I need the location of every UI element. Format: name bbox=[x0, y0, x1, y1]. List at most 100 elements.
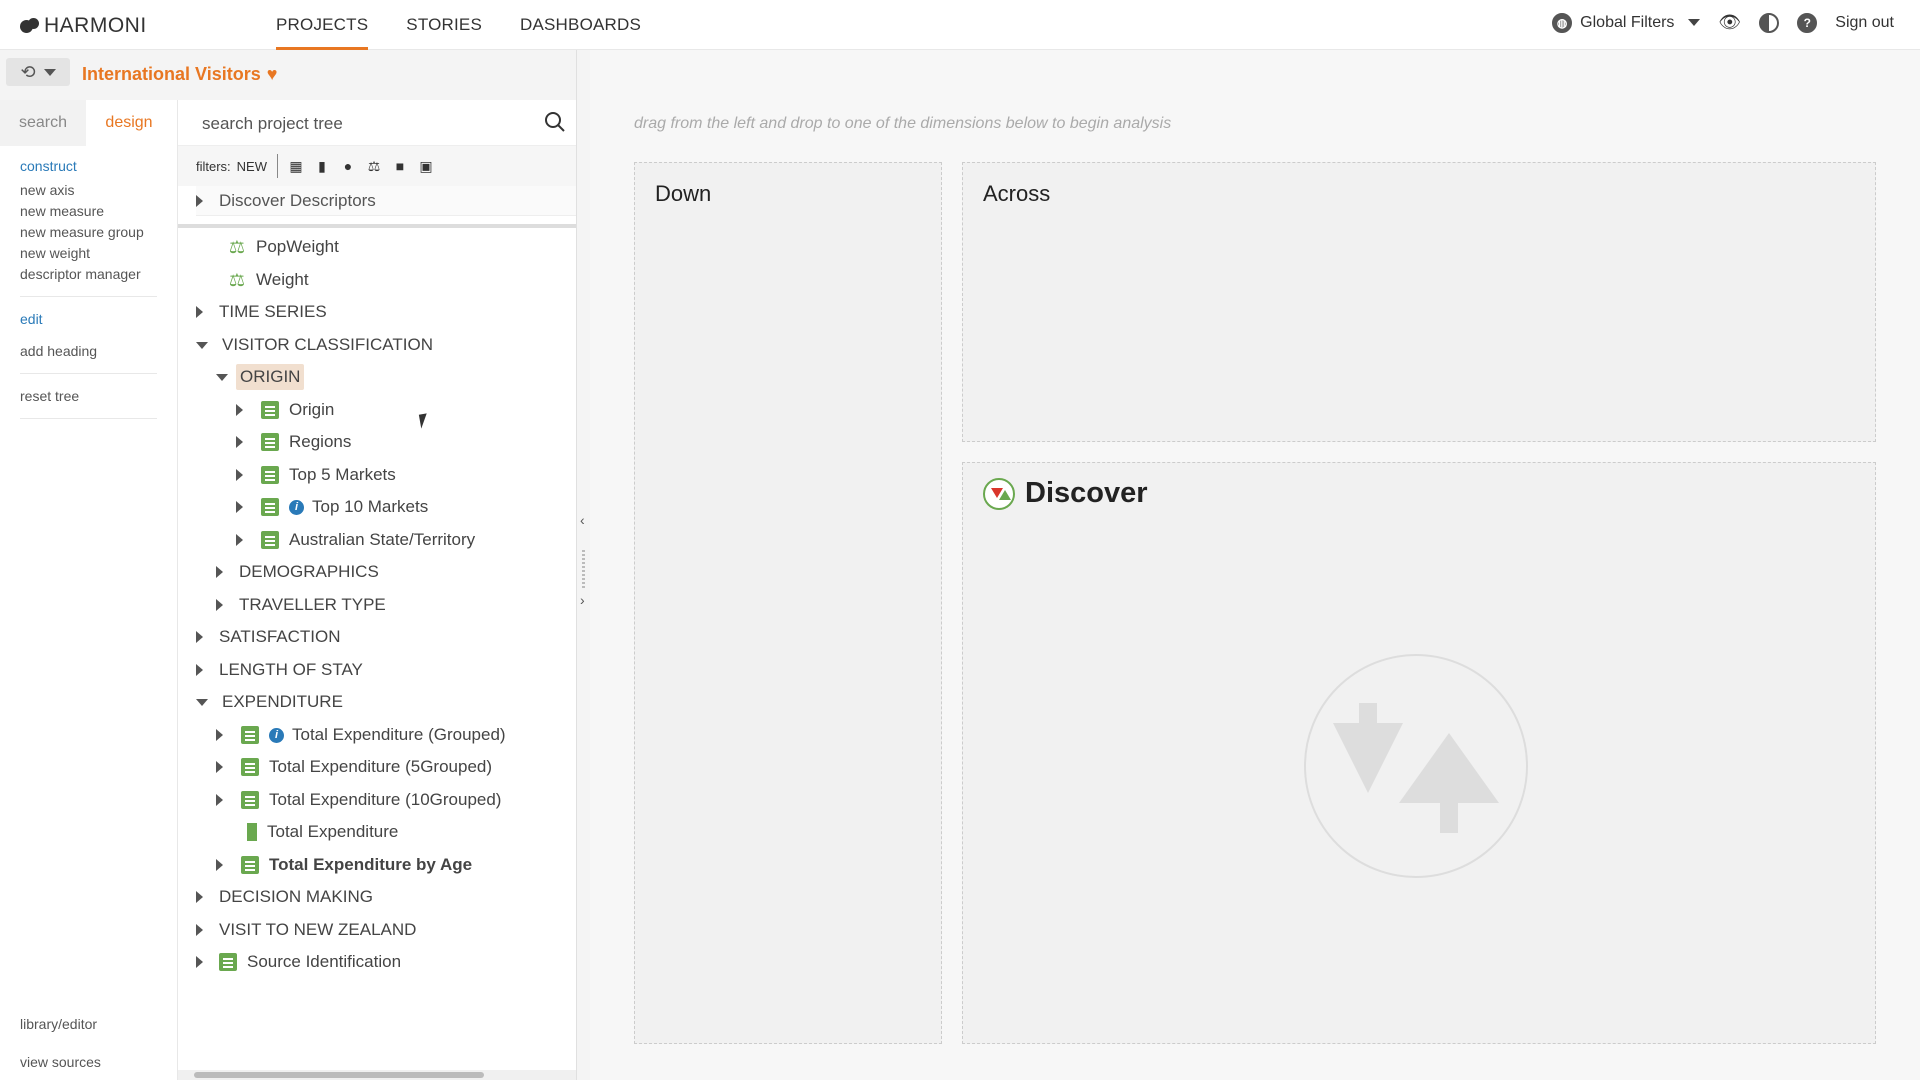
view-sources-link[interactable]: view sources bbox=[20, 1054, 101, 1070]
new-measure-group-link[interactable]: new measure group bbox=[20, 224, 157, 240]
tree-row[interactable]: Total Expenditure (5Grouped) bbox=[216, 752, 492, 782]
tree-row[interactable]: Total Expenditure bbox=[241, 817, 398, 847]
expand-icon[interactable] bbox=[216, 566, 223, 578]
expand-icon[interactable] bbox=[196, 194, 203, 207]
weight-filter-icon[interactable]: ⚖ bbox=[366, 158, 382, 174]
tree-row[interactable]: Total Expenditure by Age bbox=[216, 850, 472, 880]
expand-icon[interactable] bbox=[236, 501, 243, 513]
construct-heading[interactable]: construct bbox=[20, 158, 157, 174]
expand-icon[interactable] bbox=[216, 794, 223, 806]
tree-row[interactable]: TRAVELLER TYPE bbox=[216, 590, 386, 620]
collapse-icon[interactable] bbox=[196, 698, 208, 706]
down-dropzone[interactable]: Down bbox=[634, 162, 942, 1044]
expand-icon[interactable] bbox=[236, 469, 243, 481]
axis-icon bbox=[261, 498, 279, 516]
expand-icon[interactable] bbox=[196, 924, 203, 936]
expand-icon[interactable] bbox=[236, 436, 243, 448]
descriptor-manager-link[interactable]: descriptor manager bbox=[20, 266, 157, 282]
tree-row[interactable]: Origin bbox=[236, 395, 334, 425]
expand-icon[interactable] bbox=[236, 534, 243, 546]
chevron-down-icon bbox=[1688, 19, 1701, 26]
history-button[interactable]: ⟲ bbox=[6, 58, 70, 86]
reset-tree-link[interactable]: reset tree bbox=[20, 388, 157, 404]
tab-stories[interactable]: STORIES bbox=[406, 0, 482, 50]
expand-icon[interactable] bbox=[216, 761, 223, 773]
measure-filter-icon[interactable]: ▮ bbox=[314, 158, 330, 174]
library-editor-link[interactable]: library/editor bbox=[20, 1016, 101, 1032]
tab-dashboards[interactable]: DASHBOARDS bbox=[520, 0, 641, 50]
search-input[interactable]: search project tree bbox=[202, 114, 343, 134]
divider bbox=[277, 154, 279, 178]
main-nav: PROJECTS STORIES DASHBOARDS bbox=[276, 0, 679, 50]
tree-row[interactable]: DEMOGRAPHICS bbox=[216, 557, 379, 587]
tree-row[interactable]: DECISION MAKING bbox=[196, 882, 373, 912]
new-axis-link[interactable]: new axis bbox=[20, 182, 157, 198]
discover-dropzone[interactable]: Discover bbox=[962, 462, 1876, 1044]
tree-row[interactable]: Source Identification bbox=[196, 947, 401, 977]
drag-handle[interactable] bbox=[582, 550, 585, 590]
tree-row[interactable]: VISITOR CLASSIFICATION bbox=[196, 330, 433, 360]
horizontal-scrollbar[interactable] bbox=[178, 1070, 576, 1080]
tree-row[interactable]: i Total Expenditure (Grouped) bbox=[216, 720, 506, 750]
expand-icon[interactable] bbox=[196, 306, 203, 318]
new-weight-link[interactable]: new weight bbox=[20, 245, 157, 261]
add-heading-link[interactable]: add heading bbox=[20, 343, 157, 359]
collapse-icon[interactable] bbox=[216, 373, 228, 381]
expand-icon[interactable] bbox=[196, 631, 203, 643]
tab-search[interactable]: search bbox=[0, 100, 86, 146]
contrast-icon[interactable] bbox=[1759, 12, 1780, 33]
drag-hint: drag from the left and drop to one of th… bbox=[634, 115, 1172, 132]
construct-section: construct new axis new measure new measu… bbox=[0, 158, 177, 282]
tree-row[interactable]: Top 5 Markets bbox=[236, 460, 396, 490]
tree-row[interactable]: ⚖ Weight bbox=[228, 265, 309, 295]
help-icon[interactable]: ? bbox=[1797, 12, 1818, 33]
tree-row[interactable]: EXPENDITURE bbox=[196, 687, 343, 717]
new-measure-link[interactable]: new measure bbox=[20, 203, 157, 219]
axis-icon bbox=[261, 531, 279, 549]
chevron-left-icon[interactable]: ‹ bbox=[580, 512, 585, 528]
expand-icon[interactable] bbox=[196, 956, 203, 968]
tree-row[interactable]: Discover Descriptors bbox=[196, 186, 576, 216]
expand-icon[interactable] bbox=[196, 891, 203, 903]
info-icon[interactable]: i bbox=[269, 727, 284, 743]
tree-row[interactable]: Australian State/Territory bbox=[236, 525, 475, 555]
filter-new[interactable]: NEW bbox=[237, 159, 267, 174]
expand-icon[interactable] bbox=[236, 404, 243, 416]
chevron-right-icon[interactable]: › bbox=[580, 592, 585, 608]
filters-label: filters: bbox=[196, 158, 231, 174]
tree-row[interactable]: ORIGIN bbox=[216, 362, 305, 392]
tree-row[interactable]: LENGTH OF STAY bbox=[196, 655, 363, 685]
heart-icon[interactable]: ♥ bbox=[267, 64, 278, 85]
tree-row[interactable]: Regions bbox=[236, 427, 351, 457]
tree-row[interactable]: Total Expenditure (10Grouped) bbox=[216, 785, 501, 815]
sign-out-link[interactable]: Sign out bbox=[1835, 14, 1894, 32]
expand-icon[interactable] bbox=[216, 729, 223, 741]
expand-icon[interactable] bbox=[196, 664, 203, 676]
expand-icon[interactable] bbox=[216, 599, 223, 611]
folder-filter-icon[interactable]: ■ bbox=[392, 158, 408, 174]
grid-filter-icon[interactable]: ▦ bbox=[288, 158, 304, 174]
collapse-icon[interactable] bbox=[196, 341, 208, 349]
scrollbar-thumb[interactable] bbox=[194, 1072, 484, 1078]
tree-row[interactable]: TIME SERIES bbox=[196, 297, 327, 327]
tab-projects[interactable]: PROJECTS bbox=[276, 0, 369, 50]
expand-icon[interactable] bbox=[216, 859, 223, 871]
tree-row[interactable]: ⚖ PopWeight bbox=[228, 232, 339, 262]
tree-search[interactable]: search project tree bbox=[178, 100, 576, 146]
tree-row[interactable]: SATISFACTION bbox=[196, 622, 341, 652]
global-filters-button[interactable]: ◍ Global Filters bbox=[1552, 12, 1701, 33]
map-pin-filter-icon[interactable]: ● bbox=[340, 158, 356, 174]
tree-row[interactable]: VISIT TO NEW ZEALAND bbox=[196, 915, 416, 945]
edit-heading[interactable]: edit bbox=[20, 311, 157, 327]
across-dropzone[interactable]: Across bbox=[962, 162, 1876, 442]
tab-design[interactable]: design bbox=[86, 100, 172, 146]
harmoni-logo[interactable]: HARMONI bbox=[20, 14, 147, 38]
search-icon[interactable] bbox=[544, 111, 566, 133]
discover-icon bbox=[983, 477, 1015, 510]
tree-row[interactable]: i Top 10 Markets bbox=[236, 492, 428, 522]
divider bbox=[178, 224, 576, 228]
group-filter-icon[interactable]: ▣ bbox=[418, 158, 434, 174]
info-icon[interactable]: i bbox=[289, 499, 304, 515]
eye-icon[interactable]: 👁 bbox=[1718, 12, 1741, 33]
panel-splitter[interactable]: ‹ › bbox=[576, 50, 590, 1080]
